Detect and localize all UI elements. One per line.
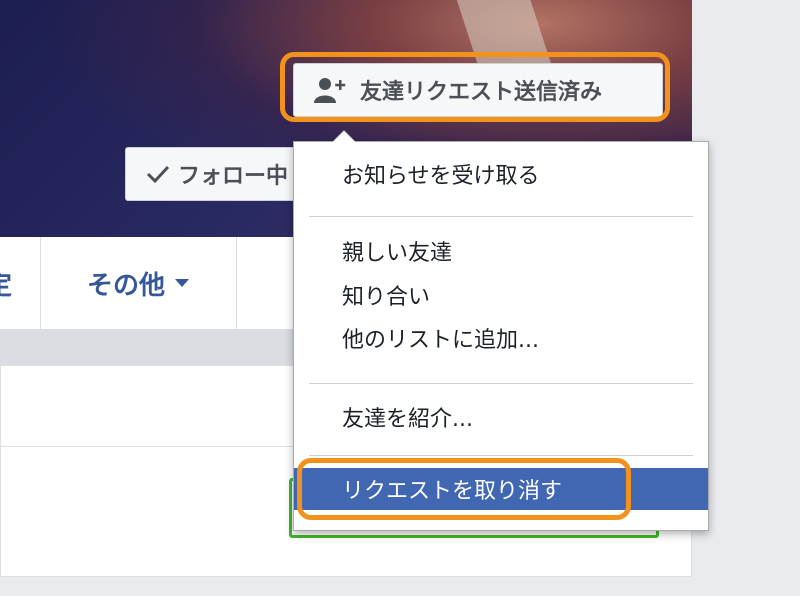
menu-item-add-to-list[interactable]: 他のリストに追加...: [294, 317, 708, 359]
friend-options-menu: お知らせを受け取る 親しい友達 知り合い 他のリストに追加... 友達を紹介..…: [293, 130, 709, 531]
follow-label: フォロー中: [178, 164, 289, 189]
tab-more-label: その他: [86, 270, 165, 301]
menu-divider: [309, 455, 693, 456]
tab-more[interactable]: その他: [40, 237, 237, 329]
menu-item-cancel-request[interactable]: リクエストを取り消す: [294, 468, 708, 510]
menu-divider: [309, 383, 693, 384]
friend-request-sent-button[interactable]: 友達リクエスト送信済み: [293, 63, 663, 117]
caret-down-icon: [175, 279, 189, 287]
menu-pointer: [332, 130, 356, 142]
menu-divider: [309, 216, 693, 217]
friend-request-sent-label: 友達リクエスト送信済み: [360, 80, 603, 105]
menu-item-acquaintances[interactable]: 知り合い: [294, 274, 708, 316]
tab-partial[interactable]: 定: [0, 237, 41, 329]
checkmark-icon: [146, 165, 170, 184]
menu-item-get-notifications[interactable]: お知らせを受け取る: [294, 153, 708, 195]
menu-item-close-friends[interactable]: 親しい友達: [294, 230, 708, 272]
menu-item-suggest-friends[interactable]: 友達を紹介...: [294, 396, 708, 438]
add-friend-icon: [314, 78, 346, 103]
